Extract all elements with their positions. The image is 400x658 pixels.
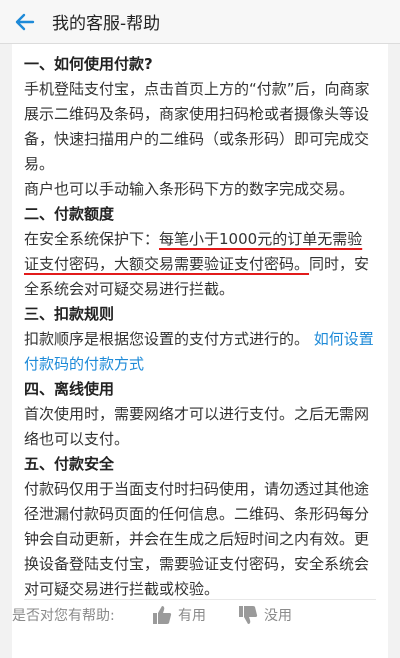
- page-title: 我的客服-帮助: [52, 14, 161, 34]
- feedback-question: 是否对您有帮助:: [12, 608, 115, 624]
- section-title: 四、离线使用: [24, 380, 115, 398]
- back-button[interactable]: [2, 0, 46, 44]
- useless-button[interactable]: 没用: [238, 605, 292, 625]
- useful-button[interactable]: 有用: [152, 605, 206, 625]
- deduction-text: 扣款顺序是根据您设置的支付方式进行的。: [24, 330, 310, 348]
- section-text: 扣款顺序是根据您设置的支付方式进行的。 如何设置付款码的付款方式: [24, 327, 376, 377]
- title-bar: 我的客服-帮助: [0, 0, 400, 44]
- section-text: 手机登陆支付宝，点击首页上方的“付款”后，向商家展示二维码及条码，商家使用扫码枪…: [24, 80, 370, 173]
- section-title: 三、扣款规则: [24, 305, 115, 323]
- limit-lead-text: 在安全系统保护下：: [24, 230, 160, 248]
- section-title: 一、如何使用付款?: [24, 55, 153, 73]
- section-title: 二、付款额度: [24, 205, 115, 223]
- feedback-bar: 是否对您有帮助: 有用 没用: [12, 600, 364, 630]
- thumbs-down-icon: [239, 606, 258, 624]
- section-text: 首次使用时，需要网络才可以进行支付。之后无需网络也可以支付。: [24, 405, 370, 448]
- back-arrow-icon: [15, 13, 35, 30]
- section-text: 付款码仅用于当面支付时扫码使用，请勿透过其他途径泄漏付款码页面的任何信息。二维码…: [24, 480, 370, 598]
- help-article: 一、如何使用付款? 手机登陆支付宝，点击首页上方的“付款”后，向商家展示二维码及…: [24, 52, 376, 602]
- useful-label: 有用: [178, 608, 206, 624]
- section-text: 商户也可以手动输入条形码下方的数字完成交易。: [24, 180, 355, 198]
- thumbs-up-icon: [153, 606, 172, 624]
- help-content-card: 一、如何使用付款? 手机登陆支付宝，点击首页上方的“付款”后，向商家展示二维码及…: [12, 44, 388, 658]
- section-title: 五、付款安全: [24, 455, 115, 473]
- useless-label: 没用: [264, 608, 292, 624]
- section-text: 在安全系统保护下：每笔小于1000元的订单无需验证支付密码，大额交易需要验证支付…: [24, 227, 376, 302]
